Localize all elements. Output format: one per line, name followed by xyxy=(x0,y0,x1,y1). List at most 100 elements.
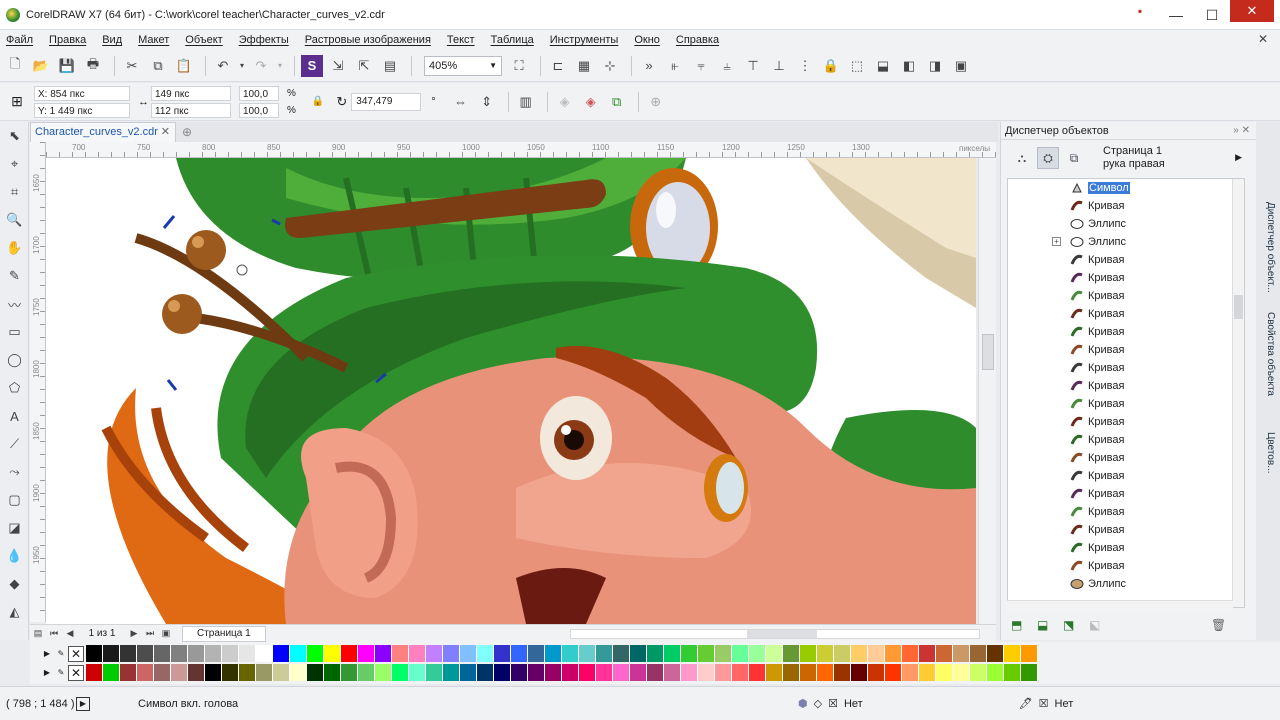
color-swatch[interactable] xyxy=(256,664,273,681)
symbol-edit-icon[interactable]: ▥ xyxy=(515,91,537,113)
undo-dropdown-icon[interactable]: ▾ xyxy=(238,55,246,77)
no-color-swatch[interactable]: ✕ xyxy=(68,645,84,662)
menu-item[interactable]: Файл xyxy=(6,34,33,46)
color-swatch[interactable] xyxy=(834,664,851,681)
color-swatch[interactable] xyxy=(256,645,273,662)
color-swatch[interactable] xyxy=(307,645,324,662)
docker-tab-object-properties[interactable]: Свойства объекта xyxy=(1260,312,1276,396)
color-swatch[interactable] xyxy=(222,645,239,662)
tree-item[interactable]: Кривая xyxy=(1008,521,1244,539)
color-swatch[interactable] xyxy=(426,645,443,662)
height-field[interactable]: 112 пкс xyxy=(151,102,231,118)
y-position-field[interactable]: Y: 1 449 пкс xyxy=(34,102,130,118)
color-swatch[interactable] xyxy=(188,645,205,662)
color-swatch[interactable] xyxy=(137,664,154,681)
color-swatch[interactable] xyxy=(868,645,885,662)
mirror-vertical-icon[interactable]: ⇕ xyxy=(476,91,498,113)
tree-item[interactable]: Кривая xyxy=(1008,413,1244,431)
color-swatch[interactable] xyxy=(443,645,460,662)
color-swatch[interactable] xyxy=(137,645,154,662)
color-swatch[interactable] xyxy=(681,664,698,681)
color-swatch[interactable] xyxy=(919,645,936,662)
connector-tool-icon[interactable]: ⤳ xyxy=(0,458,29,486)
color-swatch[interactable] xyxy=(409,664,426,681)
color-swatch[interactable] xyxy=(630,645,647,662)
horizontal-scrollbar[interactable] xyxy=(570,629,980,639)
tree-item[interactable]: Кривая xyxy=(1008,197,1244,215)
color-swatch[interactable] xyxy=(749,664,766,681)
eyedropper-icon[interactable]: 💧 xyxy=(0,542,29,570)
copy-icon[interactable]: ⧉ xyxy=(147,55,169,77)
scale-y-field[interactable]: 100,0 xyxy=(239,102,279,118)
color-swatch[interactable] xyxy=(477,664,494,681)
color-swatch[interactable] xyxy=(222,664,239,681)
drawing-canvas[interactable] xyxy=(46,158,976,624)
artistic-media-icon[interactable]: 〰 xyxy=(0,290,29,318)
tree-vertical-scrollbar[interactable] xyxy=(1232,179,1244,607)
color-swatch[interactable] xyxy=(426,664,443,681)
menu-item[interactable]: Инструменты xyxy=(550,34,619,46)
color-swatch[interactable] xyxy=(392,664,409,681)
open-icon[interactable]: 📂 xyxy=(30,55,52,77)
drop-shadow-icon[interactable]: ▢ xyxy=(0,486,29,514)
crop-tool-icon[interactable]: ⌗ xyxy=(0,178,29,206)
color-swatch[interactable] xyxy=(341,645,358,662)
tree-item[interactable]: Кривая xyxy=(1008,485,1244,503)
color-swatch[interactable] xyxy=(324,645,341,662)
menu-item[interactable]: Правка xyxy=(49,34,86,46)
color-swatch[interactable] xyxy=(120,664,137,681)
tree-scroll-thumb[interactable] xyxy=(1234,295,1243,319)
color-swatch[interactable] xyxy=(562,645,579,662)
color-swatch[interactable] xyxy=(358,645,375,662)
color-swatch[interactable] xyxy=(681,645,698,662)
distribute-icon[interactable]: ⋮ xyxy=(794,55,816,77)
menu-item[interactable]: Вид xyxy=(102,34,122,46)
freehand-tool-icon[interactable]: ✎ xyxy=(0,262,29,290)
save-icon[interactable]: 💾 xyxy=(56,55,78,77)
app-close-small-icon[interactable]: ▪ xyxy=(1128,0,1152,22)
show-grid-icon[interactable]: ▦ xyxy=(573,55,595,77)
tree-item[interactable]: Кривая xyxy=(1008,305,1244,323)
rectangle-tool-icon[interactable]: ▭ xyxy=(0,318,29,346)
color-swatch[interactable] xyxy=(205,664,222,681)
tree-item[interactable]: Кривая xyxy=(1008,395,1244,413)
docker-tab-color[interactable]: Цветов... xyxy=(1260,432,1276,474)
cut-icon[interactable]: ✂ xyxy=(121,55,143,77)
color-swatch[interactable] xyxy=(817,664,834,681)
color-swatch[interactable] xyxy=(494,664,511,681)
color-swatch[interactable] xyxy=(868,664,885,681)
color-swatch[interactable] xyxy=(766,645,783,662)
horizontal-ruler[interactable]: пикселы 700 750 800 850 900 950 1000 1050 1100 11… xyxy=(46,142,996,158)
page-tab[interactable]: Страница 1 xyxy=(182,625,266,642)
width-field[interactable]: 149 пкс xyxy=(151,85,231,101)
menu-item[interactable]: Таблица xyxy=(491,34,534,46)
color-swatch[interactable] xyxy=(732,664,749,681)
color-swatch[interactable] xyxy=(307,664,324,681)
prev-page-icon[interactable]: ◀ xyxy=(62,628,78,639)
tree-horizontal-scrollbar[interactable] xyxy=(1007,600,1233,610)
minimize-icon[interactable]: — xyxy=(1158,7,1194,23)
color-swatch[interactable] xyxy=(698,645,715,662)
x-position-field[interactable]: X: 854 пкс xyxy=(34,85,130,101)
color-swatch[interactable] xyxy=(460,645,477,662)
color-swatch[interactable] xyxy=(647,664,664,681)
color-swatch[interactable] xyxy=(511,664,528,681)
combine-icon[interactable]: ◧ xyxy=(898,55,920,77)
tree-item[interactable]: Кривая xyxy=(1008,251,1244,269)
color-swatch[interactable] xyxy=(749,645,766,662)
color-swatch[interactable] xyxy=(86,645,103,662)
color-swatch[interactable] xyxy=(409,645,426,662)
tree-item[interactable]: Кривая xyxy=(1008,341,1244,359)
parallel-dimension-icon[interactable]: ⟋ xyxy=(0,430,29,458)
color-swatch[interactable] xyxy=(919,664,936,681)
color-swatch[interactable] xyxy=(800,664,817,681)
color-swatch[interactable] xyxy=(987,645,1004,662)
color-swatch[interactable] xyxy=(154,645,171,662)
palette-scroll-icon[interactable]: ▶ xyxy=(40,649,54,658)
eyedropper-icon[interactable]: ✎ xyxy=(54,649,68,658)
tree-item[interactable]: Символ xyxy=(1008,179,1244,197)
palette-scroll-icon[interactable]: ▶ xyxy=(40,668,54,677)
color-swatch[interactable] xyxy=(562,664,579,681)
color-swatch[interactable] xyxy=(1021,645,1038,662)
pan-tool-icon[interactable]: ✋ xyxy=(0,234,29,262)
